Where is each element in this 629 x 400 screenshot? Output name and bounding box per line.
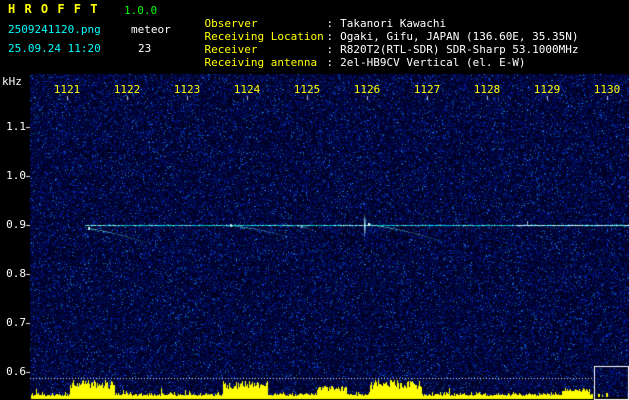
info-value: 2el-HB9CV Vertical (el. E-W): [340, 56, 526, 69]
info-value: Takanori Kawachi: [340, 17, 447, 30]
app-title: H R O F F T: [8, 2, 99, 16]
info-separator: :: [326, 17, 334, 30]
y-tick-label-0.6: 0.6: [6, 365, 26, 378]
info-label: Receiving antenna: [204, 56, 318, 69]
hrofft-output-image: { "header": { "app_title": "H R O F F T"…: [0, 0, 629, 400]
x-tick-label-1130: 1130: [593, 83, 621, 96]
x-tick-label-1129: 1129: [533, 83, 561, 96]
x-tick-label-1122: 1122: [113, 83, 141, 96]
y-tick-label-0.8: 0.8: [6, 267, 26, 280]
info-label: Receiver: [204, 43, 258, 56]
info-value: Ogaki, Gifu, JAPAN (136.60E, 35.35N): [340, 30, 579, 43]
x-tick-label-1127: 1127: [413, 83, 441, 96]
info-separator: :: [326, 43, 334, 56]
y-tick-label-1.1: 1.1: [6, 120, 26, 133]
x-tick-label-1124: 1124: [233, 83, 261, 96]
output-filename: 2509241120.png: [8, 23, 101, 36]
y-tick-label-0.7: 0.7: [6, 316, 26, 329]
info-value: R820T2(RTL-SDR) SDR-Sharp 53.1000MHz: [340, 43, 579, 56]
mode-label: meteor: [131, 23, 171, 36]
x-tick-label-1123: 1123: [173, 83, 201, 96]
station-info: Observer: Takanori Kawachi Receiving Loca…: [178, 4, 579, 69]
info-label: Receiving Location: [204, 30, 324, 43]
info-label: Observer: [204, 17, 258, 30]
y-tick-label-1.0: 1.0: [6, 169, 26, 182]
x-tick-label-1121: 1121: [53, 83, 81, 96]
timestamp: 25.09.24 11:20: [8, 42, 101, 55]
app-version: 1.0.0: [124, 4, 158, 17]
echo-count: 23: [138, 42, 152, 55]
info-separator: :: [326, 56, 334, 69]
x-tick-label-1128: 1128: [473, 83, 501, 96]
y-tick-label-0.9: 0.9: [6, 218, 26, 231]
x-tick-label-1126: 1126: [353, 83, 381, 96]
x-tick-label-1125: 1125: [293, 83, 321, 96]
y-axis-unit: kHz: [2, 75, 22, 88]
info-separator: :: [326, 30, 334, 43]
info-row-observer: Observer: Takanori Kawachi: [178, 4, 579, 30]
